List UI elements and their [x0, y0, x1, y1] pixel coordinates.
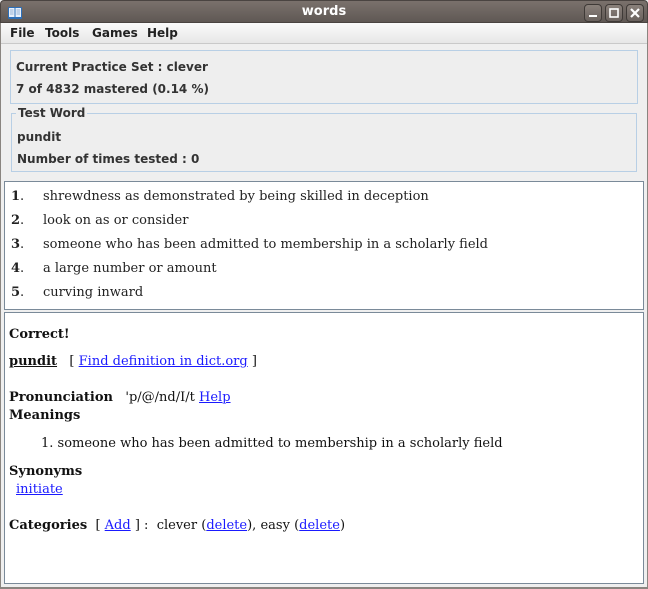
practice-set-label: Current Practice Set : clever [16, 60, 208, 74]
word-link[interactable]: pundit [9, 354, 57, 369]
pronunciation-label: Pronunciation [9, 390, 113, 405]
choice-number: 3. [11, 237, 25, 252]
menu-file[interactable]: File [10, 26, 35, 40]
window-title: words [301, 4, 347, 19]
menu-games[interactable]: Games [92, 26, 138, 40]
menu-tools[interactable]: Tools [45, 26, 79, 40]
synonym-link[interactable]: initiate [16, 482, 63, 497]
choice-number-value: 2 [11, 213, 21, 228]
meanings-label: Meanings [9, 408, 81, 423]
choice-number-value: 4 [11, 261, 21, 276]
close-button[interactable] [626, 4, 644, 22]
choice-item[interactable]: 2. look on as or consider [11, 213, 611, 233]
minimize-button[interactable] [584, 4, 602, 22]
choice-number: 4. [11, 261, 25, 276]
practice-set-panel: Current Practice Set : clever 7 of 4832 … [10, 50, 638, 104]
choice-item[interactable]: 1. shrewdness as demonstrated by being s… [11, 189, 611, 209]
choice-item[interactable]: 3. someone who has been admitted to memb… [11, 237, 611, 257]
choice-text: a large number or amount [43, 261, 217, 276]
delete-category-link[interactable]: delete [299, 518, 340, 533]
add-category-link[interactable]: Add [105, 518, 131, 533]
bracket-close: ] : [130, 518, 157, 533]
categories-label: Categories [9, 518, 88, 533]
meaning-item: 1. someone who has been admitted to memb… [41, 436, 503, 451]
menu-bar: File Tools Games Help [0, 23, 648, 44]
choice-text: look on as or consider [43, 213, 189, 228]
category-name: clever [156, 518, 198, 533]
choice-item[interactable]: 5. curving inward [11, 285, 611, 305]
delete-category-link[interactable]: delete [206, 518, 247, 533]
choice-number-value: 5 [11, 285, 21, 300]
times-tested-label: Number of times tested : 0 [17, 152, 200, 166]
category-name: easy [260, 518, 290, 533]
answer-choices-list: 1. shrewdness as demonstrated by being s… [4, 181, 644, 310]
title-bar[interactable]: words [0, 0, 648, 23]
synonyms-label: Synonyms [9, 464, 83, 479]
paren: ) [339, 518, 346, 533]
choice-item[interactable]: 4. a large number or amount [11, 261, 611, 281]
bracket-open: [ [91, 518, 105, 533]
choice-number: 1. [11, 189, 25, 204]
result-text: Correct! [9, 327, 70, 342]
minimize-icon [589, 15, 597, 17]
choice-text: curving inward [43, 285, 144, 300]
pronunciation-value: 'p/@/nd/I/t [125, 390, 195, 405]
paren: ), [247, 518, 257, 533]
choice-number-value: 1 [11, 189, 21, 204]
word-details-pane: Correct! pundit [ Find definition in dic… [4, 312, 644, 584]
maximize-button[interactable] [605, 4, 623, 22]
dict-org-link[interactable]: Find definition in dict.org [79, 354, 248, 369]
word-line: pundit [ Find definition in dict.org ] [9, 354, 257, 369]
choice-number: 5. [11, 285, 25, 300]
categories-line: Categories [ Add ] : clever (delete), ea… [9, 518, 345, 533]
test-word-legend: Test Word [16, 106, 88, 120]
bracket-open: [ [61, 354, 79, 369]
pronunciation-line: Pronunciation 'p/@/nd/I/t Help [9, 390, 231, 405]
test-word: pundit [17, 130, 62, 144]
menu-help[interactable]: Help [147, 26, 178, 40]
test-word-panel: Test Word pundit Number of times tested … [11, 106, 637, 172]
close-icon [630, 8, 640, 18]
maximize-icon [609, 8, 619, 18]
choice-number-value: 3 [11, 237, 21, 252]
choice-text: someone who has been admitted to members… [43, 237, 489, 252]
choice-number: 2. [11, 213, 25, 228]
choice-text: shrewdness as demonstrated by being skil… [43, 189, 429, 204]
mastery-progress-text: 7 of 4832 mastered (0.14 %) [16, 82, 209, 96]
pronunciation-help-link[interactable]: Help [199, 390, 231, 405]
bracket-close: ] [247, 354, 257, 369]
